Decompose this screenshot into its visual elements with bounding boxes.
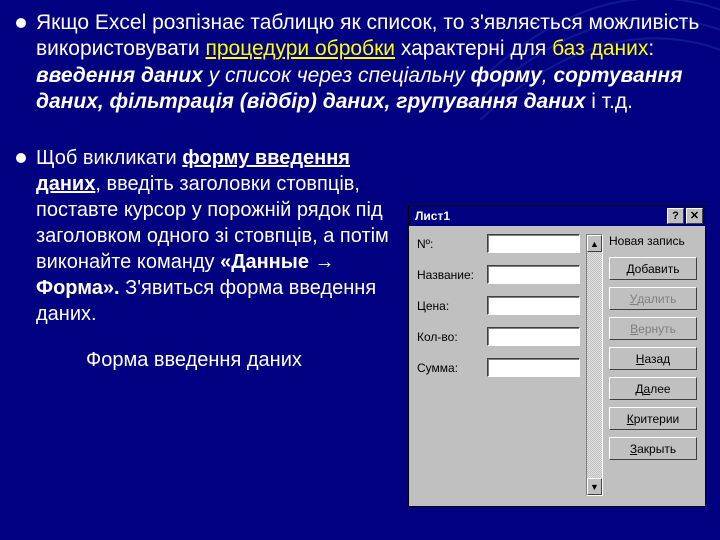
close-button[interactable]: ✕ [686,208,703,224]
field-input-qty[interactable] [487,327,580,346]
field-label-sum: Сумма: [417,361,481,375]
form-caption: Форма введення даних [16,349,398,372]
bullet-dot [16,153,26,163]
field-input-name[interactable] [487,265,580,284]
record-status: Новая запись [609,234,697,250]
field-label-name: Название: [417,268,481,282]
p2-lead: Щоб викликати [36,147,182,169]
paragraph-2-block: Щоб викликати форму введення даних, введ… [16,145,398,327]
field-label-no: Nº: [417,237,481,251]
p1-mid3: у список через спеціальну [203,64,471,87]
close-form-button[interactable]: Закрыть [609,437,697,460]
field-row-no: Nº: [417,234,580,253]
scroll-down-button[interactable]: ▼ [587,478,602,495]
paragraph-1-block: Якщо Excel розпізнає таблицю як список, … [16,10,704,115]
dialog-title: Лист1 [415,209,450,223]
help-button[interactable]: ? [667,208,684,224]
p1-mid1: характерні для [395,37,552,60]
criteria-button[interactable]: Критерии [609,407,697,430]
scroll-up-button[interactable]: ▲ [587,235,602,252]
restore-button[interactable]: Вернуть [609,317,697,340]
next-button[interactable]: Далее [609,377,697,400]
field-row-name: Название: [417,265,580,284]
field-label-qty: Кол-во: [417,330,481,344]
p1-mid2: : [648,37,654,60]
buttons-column: Новая запись Добавить Удалить Вернуть На… [609,234,697,496]
field-row-sum: Сумма: [417,358,580,377]
p1-db: баз даних [552,37,648,60]
scroll-track[interactable] [587,252,602,478]
dialog-titlebar: Лист1 ? ✕ [409,206,705,226]
p1-b2: форму [471,64,542,87]
p1-mid4: , [542,64,554,87]
p2-cmd1: «Данные [220,251,314,273]
field-row-price: Цена: [417,296,580,315]
excel-form-dialog: Лист1 ? ✕ Nº: Название: Цена: [408,205,706,507]
field-label-price: Цена: [417,299,481,313]
paragraph-2: Щоб викликати форму введення даних, введ… [36,145,398,327]
fields-column: Nº: Название: Цена: Кол-во: Сумма: [417,234,580,496]
paragraph-1: Якщо Excel розпізнає таблицю як список, … [36,10,704,115]
field-input-price[interactable] [487,296,580,315]
p2-cmd2: Форма». [36,277,120,299]
add-button[interactable]: Добавить [609,257,697,280]
p1-b1: введення даних [36,64,203,87]
field-input-no[interactable] [487,234,580,253]
p1-link: процедури обробки [205,37,395,60]
p1-tail: і т.д. [585,90,633,113]
bullet-dot [16,18,26,28]
field-input-sum[interactable] [487,358,580,377]
p2-arrow: → [315,251,335,273]
record-scrollbar[interactable]: ▲ ▼ [586,234,603,496]
prev-button[interactable]: Назад [609,347,697,370]
field-row-qty: Кол-во: [417,327,580,346]
delete-button[interactable]: Удалить [609,287,697,310]
